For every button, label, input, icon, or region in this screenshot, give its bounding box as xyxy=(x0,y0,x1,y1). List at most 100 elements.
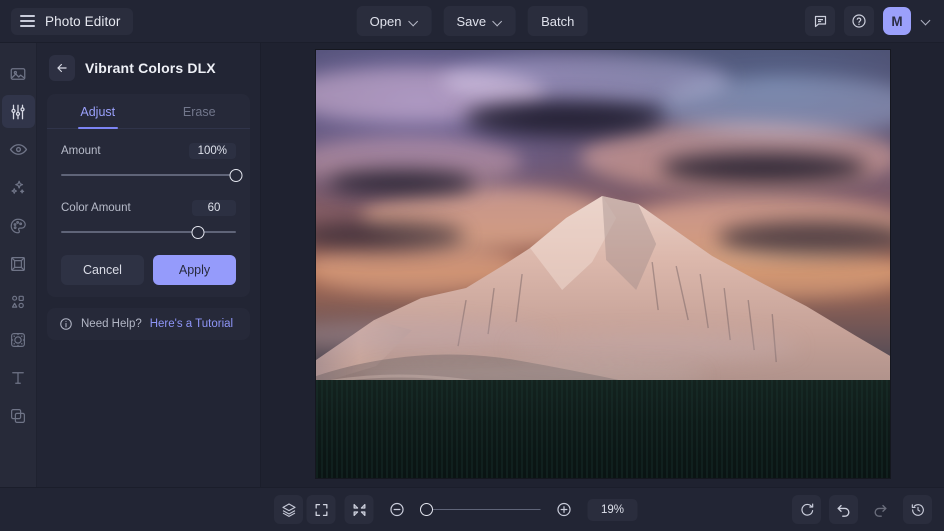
help-text: Need Help? xyxy=(81,318,142,330)
photo-editor-app: Photo Editor Open Save Batch M Vibrant C… xyxy=(0,0,944,531)
page-title: Vibrant Colors DLX xyxy=(85,60,216,76)
batch-button-label: Batch xyxy=(541,13,575,29)
zoom-in-button[interactable] xyxy=(550,495,579,524)
hamburger-icon xyxy=(20,15,35,27)
bottom-toolbar: 19% xyxy=(0,487,944,531)
frame-icon xyxy=(11,256,25,271)
open-button-label: Open xyxy=(369,13,402,29)
amount-value[interactable]: 100% xyxy=(188,143,236,159)
zoom-slider[interactable] xyxy=(420,503,541,517)
undo-arrow-icon xyxy=(837,504,850,517)
zoom-controls: 19% xyxy=(306,495,638,524)
plus-circle-icon xyxy=(557,502,571,517)
tab-erase[interactable]: Erase xyxy=(149,94,251,128)
color-amount-slider-track xyxy=(61,231,236,233)
undo-button[interactable] xyxy=(829,495,858,524)
amount-slider-handle[interactable] xyxy=(229,168,243,182)
save-button-label: Save xyxy=(456,13,487,29)
editor-body: Vibrant Colors DLX Adjust Erase Amount 1… xyxy=(0,43,944,487)
color-amount-slider-group: Color Amount 60 xyxy=(47,186,250,239)
top-toolbar: Photo Editor Open Save Batch M xyxy=(0,0,944,43)
color-amount-value[interactable]: 60 xyxy=(192,200,236,216)
zoom-level-value[interactable]: 19% xyxy=(587,498,638,521)
batch-button[interactable]: Batch xyxy=(528,6,588,36)
open-button[interactable]: Open xyxy=(356,6,432,36)
fit-to-screen-button[interactable] xyxy=(306,495,336,524)
text-icon xyxy=(12,371,24,384)
tab-adjust[interactable]: Adjust xyxy=(47,94,149,128)
adjust-card: Adjust Erase Amount 100% Color Amount 60… xyxy=(47,94,250,297)
account-chevron-down-icon[interactable] xyxy=(920,15,932,27)
sidebar-item-text[interactable] xyxy=(2,361,35,394)
save-button[interactable]: Save xyxy=(443,6,517,36)
zoom-out-button[interactable] xyxy=(383,495,412,524)
chevron-down-icon xyxy=(494,17,503,26)
chat-bubble-icon xyxy=(814,15,826,27)
expand-frame-icon xyxy=(315,503,327,516)
sidebar-item-effects[interactable] xyxy=(2,171,35,204)
color-amount-slider[interactable] xyxy=(61,225,236,239)
color-amount-slider-handle[interactable] xyxy=(191,225,204,239)
sidebar-item-adjust[interactable] xyxy=(1,95,35,128)
panel-actions: Cancel Apply xyxy=(47,243,250,285)
amount-slider-group: Amount 100% xyxy=(47,129,250,182)
amount-slider-row: Amount 100% xyxy=(61,143,236,159)
bottom-right-tools xyxy=(792,495,932,524)
redo-button[interactable] xyxy=(866,495,895,524)
sidebar-item-shapes[interactable] xyxy=(2,285,35,318)
zoom-slider-handle[interactable] xyxy=(420,503,433,516)
app-menu-button[interactable]: Photo Editor xyxy=(11,7,133,35)
history-button[interactable] xyxy=(903,495,932,524)
palette-icon xyxy=(10,218,26,233)
avatar[interactable]: M xyxy=(883,7,911,35)
sidebar-item-frames[interactable] xyxy=(2,247,35,280)
help-row: Need Help? Here's a Tutorial xyxy=(47,308,250,340)
app-title: Photo Editor xyxy=(45,13,121,29)
amount-label: Amount xyxy=(61,145,101,157)
sidebar-item-stickers[interactable] xyxy=(2,323,35,356)
image-icon xyxy=(10,67,26,80)
panel-tabs: Adjust Erase xyxy=(47,94,250,129)
amount-slider-track xyxy=(61,174,236,176)
color-amount-slider-row: Color Amount 60 xyxy=(61,200,236,216)
cancel-button[interactable]: Cancel xyxy=(61,255,144,285)
back-button[interactable] xyxy=(49,55,75,81)
info-circle-icon xyxy=(60,318,72,330)
photo-forest xyxy=(315,379,890,478)
question-mark-circle-icon xyxy=(852,14,866,28)
actual-size-button[interactable] xyxy=(344,495,374,524)
shapes-icon xyxy=(11,295,24,308)
apply-button[interactable]: Apply xyxy=(153,255,236,285)
sparkles-icon xyxy=(11,180,25,194)
canvas-area[interactable] xyxy=(261,43,944,487)
top-right-actions: M xyxy=(805,6,932,36)
amount-slider[interactable] xyxy=(61,168,243,182)
sidebar-item-image[interactable] xyxy=(2,57,35,90)
reset-button[interactable] xyxy=(792,495,821,524)
tutorial-link[interactable]: Here's a Tutorial xyxy=(150,318,233,330)
feedback-button[interactable] xyxy=(805,6,835,36)
minus-circle-icon xyxy=(390,502,404,517)
zoom-slider-track xyxy=(420,508,541,511)
effect-panel: Vibrant Colors DLX Adjust Erase Amount 1… xyxy=(37,43,261,487)
sidebar-item-layers[interactable] xyxy=(2,399,35,432)
refresh-icon xyxy=(800,503,813,516)
color-amount-label: Color Amount xyxy=(61,202,131,214)
sliders-icon xyxy=(11,104,25,119)
layers-copy-icon xyxy=(11,408,25,423)
help-button[interactable] xyxy=(844,6,874,36)
sidebar-item-paint[interactable] xyxy=(2,209,35,242)
layers-panel-button[interactable] xyxy=(274,495,303,524)
tool-rail xyxy=(0,43,37,487)
clock-history-icon xyxy=(911,503,924,516)
sticker-icon xyxy=(11,332,25,347)
panel-header: Vibrant Colors DLX xyxy=(47,55,250,83)
chevron-down-icon xyxy=(409,17,418,26)
top-actions: Open Save Batch xyxy=(356,6,588,36)
sidebar-item-retouch[interactable] xyxy=(2,133,35,166)
eye-icon xyxy=(9,144,27,155)
photo-canvas[interactable] xyxy=(315,50,890,478)
arrow-left-icon xyxy=(57,63,67,73)
collapse-arrows-icon xyxy=(353,503,365,516)
redo-arrow-icon xyxy=(874,504,887,517)
